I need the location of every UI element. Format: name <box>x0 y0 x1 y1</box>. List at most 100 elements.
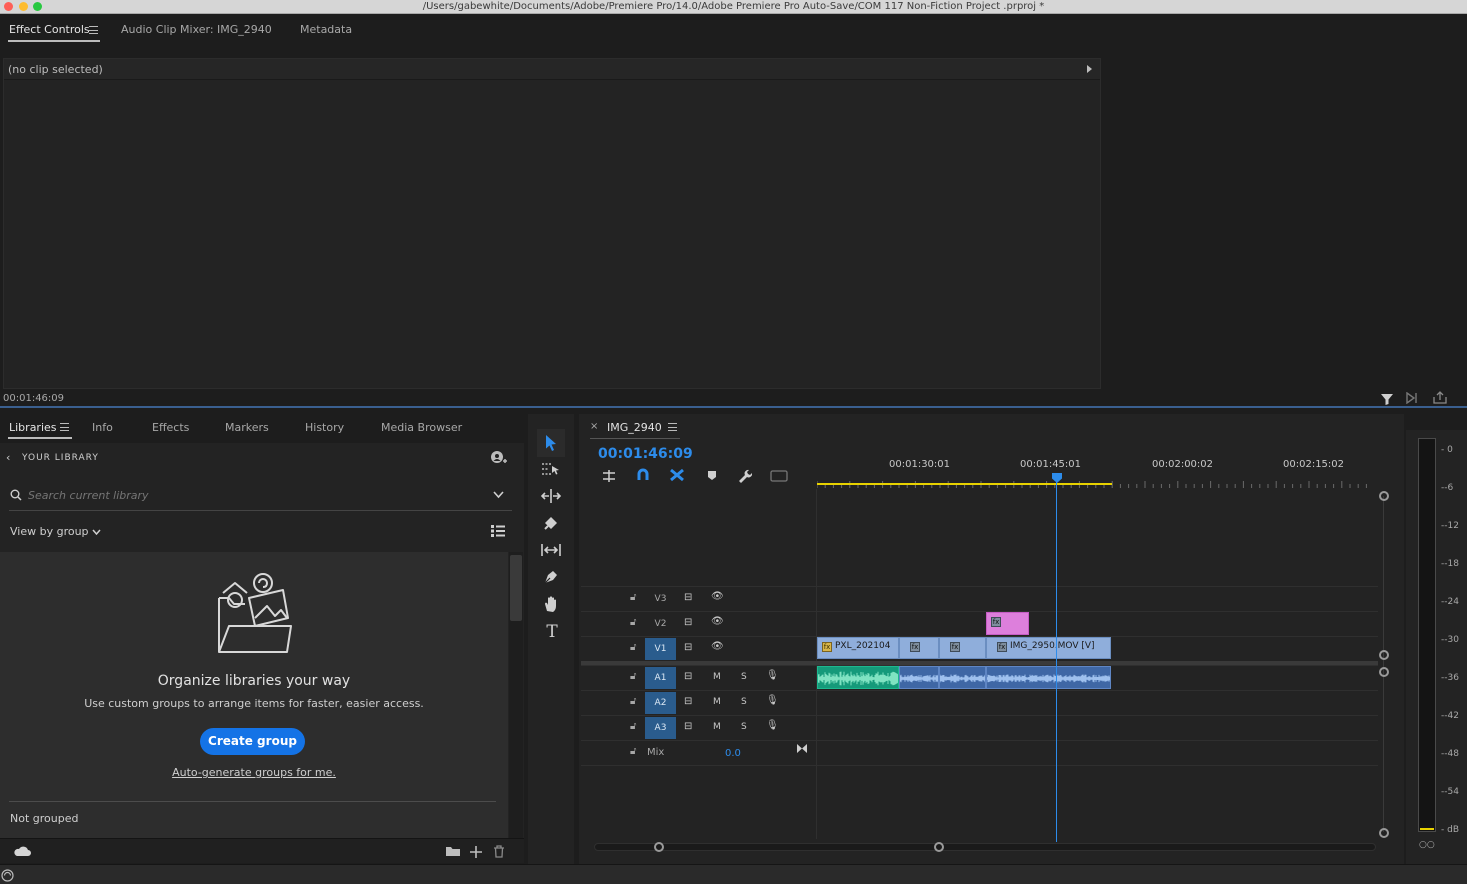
microphone-icon[interactable]: 🎙︎ <box>766 695 779 706</box>
captions-icon[interactable] <box>770 470 788 482</box>
eye-icon[interactable]: 👁︎ <box>711 591 724 602</box>
panel-menu-icon[interactable] <box>89 26 98 34</box>
video-scroll-handle-top[interactable] <box>1379 491 1389 501</box>
timeline-horizontal-scrollbar[interactable] <box>594 843 1376 851</box>
sync-lock-icon[interactable]: ⊟ <box>684 617 692 628</box>
razor-tool-icon[interactable] <box>542 514 560 532</box>
audio-clip[interactable] <box>899 666 939 689</box>
audio-clip[interactable] <box>986 666 1111 689</box>
mute-button[interactable]: M <box>713 672 721 682</box>
solo-button[interactable]: S <box>741 697 747 707</box>
cloud-icon[interactable] <box>13 845 31 857</box>
track-name-v2[interactable]: V2 <box>645 613 676 635</box>
lock-track-icon[interactable]: 🔓︎ <box>630 746 636 757</box>
auto-generate-groups-link[interactable]: Auto-generate groups for me. <box>0 766 508 779</box>
selection-tool-icon[interactable] <box>543 433 559 453</box>
lock-track-icon[interactable]: 🔓︎ <box>630 721 636 732</box>
filter-icon[interactable] <box>1380 392 1394 406</box>
new-folder-icon[interactable] <box>445 845 461 857</box>
mute-button[interactable]: M <box>713 722 721 732</box>
ripple-edit-tool-icon[interactable] <box>540 488 562 504</box>
libraries-scrollbar-thumb[interactable] <box>510 555 522 621</box>
sequence-menu-icon[interactable] <box>668 423 677 431</box>
track-select-tool-icon[interactable] <box>540 461 562 477</box>
audio-scroll-handle-bottom[interactable] <box>1379 828 1389 838</box>
sync-lock-icon[interactable]: ⊟ <box>684 721 692 732</box>
video-clip[interactable]: fx IMG_2950.MOV [V] <box>986 637 1111 659</box>
adjustment-clip-v2[interactable]: fx <box>986 612 1029 635</box>
view-by-group-dropdown[interactable]: View by group <box>10 525 89 538</box>
tab-info[interactable]: Info <box>92 412 113 442</box>
video-clip[interactable]: fx <box>899 637 939 659</box>
lock-track-icon[interactable]: 🔓︎ <box>630 592 636 603</box>
track-name-v3[interactable]: V3 <box>645 588 676 610</box>
sequence-tab[interactable]: IMG_2940 <box>607 421 662 434</box>
sync-lock-icon[interactable]: ⊟ <box>684 592 692 603</box>
library-breadcrumb[interactable]: YOUR LIBRARY <box>22 453 99 463</box>
snap-magnet-icon[interactable] <box>636 468 650 482</box>
libraries-menu-icon[interactable] <box>60 423 69 431</box>
sync-lock-icon[interactable]: ⊟ <box>684 696 692 707</box>
insert-sequence-icon[interactable] <box>601 469 617 483</box>
video-clip[interactable]: fx <box>939 637 986 659</box>
track-name-a3[interactable]: A3 <box>645 717 676 739</box>
solo-button[interactable]: S <box>741 722 747 732</box>
chevron-down-icon[interactable] <box>493 491 504 499</box>
lock-track-icon[interactable]: 🔓︎ <box>630 696 636 707</box>
audio-clip[interactable] <box>817 666 899 689</box>
playhead-timecode[interactable]: 00:01:46:09 <box>598 446 693 462</box>
lock-track-icon[interactable]: 🔓︎ <box>630 617 636 628</box>
microphone-icon[interactable]: 🎙︎ <box>766 670 779 681</box>
eye-icon[interactable]: 👁︎ <box>711 641 724 652</box>
export-icon[interactable] <box>1433 391 1447 404</box>
list-view-icon[interactable] <box>490 524 506 538</box>
slip-tool-icon[interactable] <box>540 542 562 558</box>
view-by-chevron-icon[interactable] <box>92 529 101 535</box>
solo-button[interactable]: S <box>741 672 747 682</box>
status-indicator-icon[interactable] <box>1 869 14 882</box>
lock-track-icon[interactable]: 🔓︎ <box>630 642 636 653</box>
chevron-left-icon[interactable]: ‹ <box>6 451 10 464</box>
tab-markers[interactable]: Markers <box>225 412 269 442</box>
time-ruler[interactable] <box>817 476 1374 488</box>
mix-volume-value[interactable]: 0.0 <box>725 748 741 759</box>
create-group-button[interactable]: Create group <box>200 728 305 755</box>
add-item-icon[interactable] <box>469 845 483 859</box>
solo-meter-icon[interactable]: ○○ <box>1419 840 1435 850</box>
sync-lock-icon[interactable]: ⊟ <box>684 671 692 682</box>
play-audio-icon[interactable] <box>1406 392 1420 404</box>
audio-scroll-handle-top[interactable] <box>1379 667 1389 677</box>
pen-tool-icon[interactable] <box>542 568 560 586</box>
add-marker-icon[interactable] <box>706 469 718 482</box>
tab-metadata[interactable]: Metadata <box>300 14 352 44</box>
panel-divider[interactable] <box>0 406 1467 408</box>
go-to-out-icon[interactable] <box>796 743 808 754</box>
video-clip[interactable]: fx PXL_202104 <box>817 637 899 659</box>
track-name-v1[interactable]: V1 <box>645 638 676 660</box>
tab-effects[interactable]: Effects <box>152 412 189 442</box>
mute-button[interactable]: M <box>713 697 721 707</box>
work-area-bar[interactable] <box>817 483 1112 485</box>
add-user-icon[interactable] <box>489 450 508 467</box>
eye-icon[interactable]: 👁︎ <box>711 616 724 627</box>
library-search-input[interactable] <box>28 486 468 504</box>
expand-timeline-icon[interactable] <box>1087 65 1092 73</box>
tab-audio-clip-mixer[interactable]: Audio Clip Mixer: IMG_2940 <box>121 14 272 44</box>
vertical-scroll-track[interactable] <box>1383 496 1384 832</box>
tab-media-browser[interactable]: Media Browser <box>381 412 462 442</box>
close-sequence-icon[interactable]: × <box>590 421 598 432</box>
track-name-a2[interactable]: A2 <box>645 692 676 714</box>
trash-icon[interactable] <box>493 845 505 858</box>
playhead-line[interactable] <box>1056 478 1057 842</box>
zoom-handle-right[interactable] <box>934 842 944 852</box>
sync-lock-icon[interactable]: ⊟ <box>684 642 692 653</box>
wrench-icon[interactable] <box>737 468 752 483</box>
track-name-a1[interactable]: A1 <box>645 667 676 689</box>
audio-clip[interactable] <box>939 666 986 689</box>
lock-track-icon[interactable]: 🔓︎ <box>630 671 636 682</box>
linked-selection-icon[interactable] <box>669 468 685 482</box>
video-scroll-handle-bottom[interactable] <box>1379 650 1389 660</box>
tab-history[interactable]: History <box>305 412 344 442</box>
hand-tool-icon[interactable] <box>543 595 559 613</box>
zoom-handle-left[interactable] <box>654 842 664 852</box>
